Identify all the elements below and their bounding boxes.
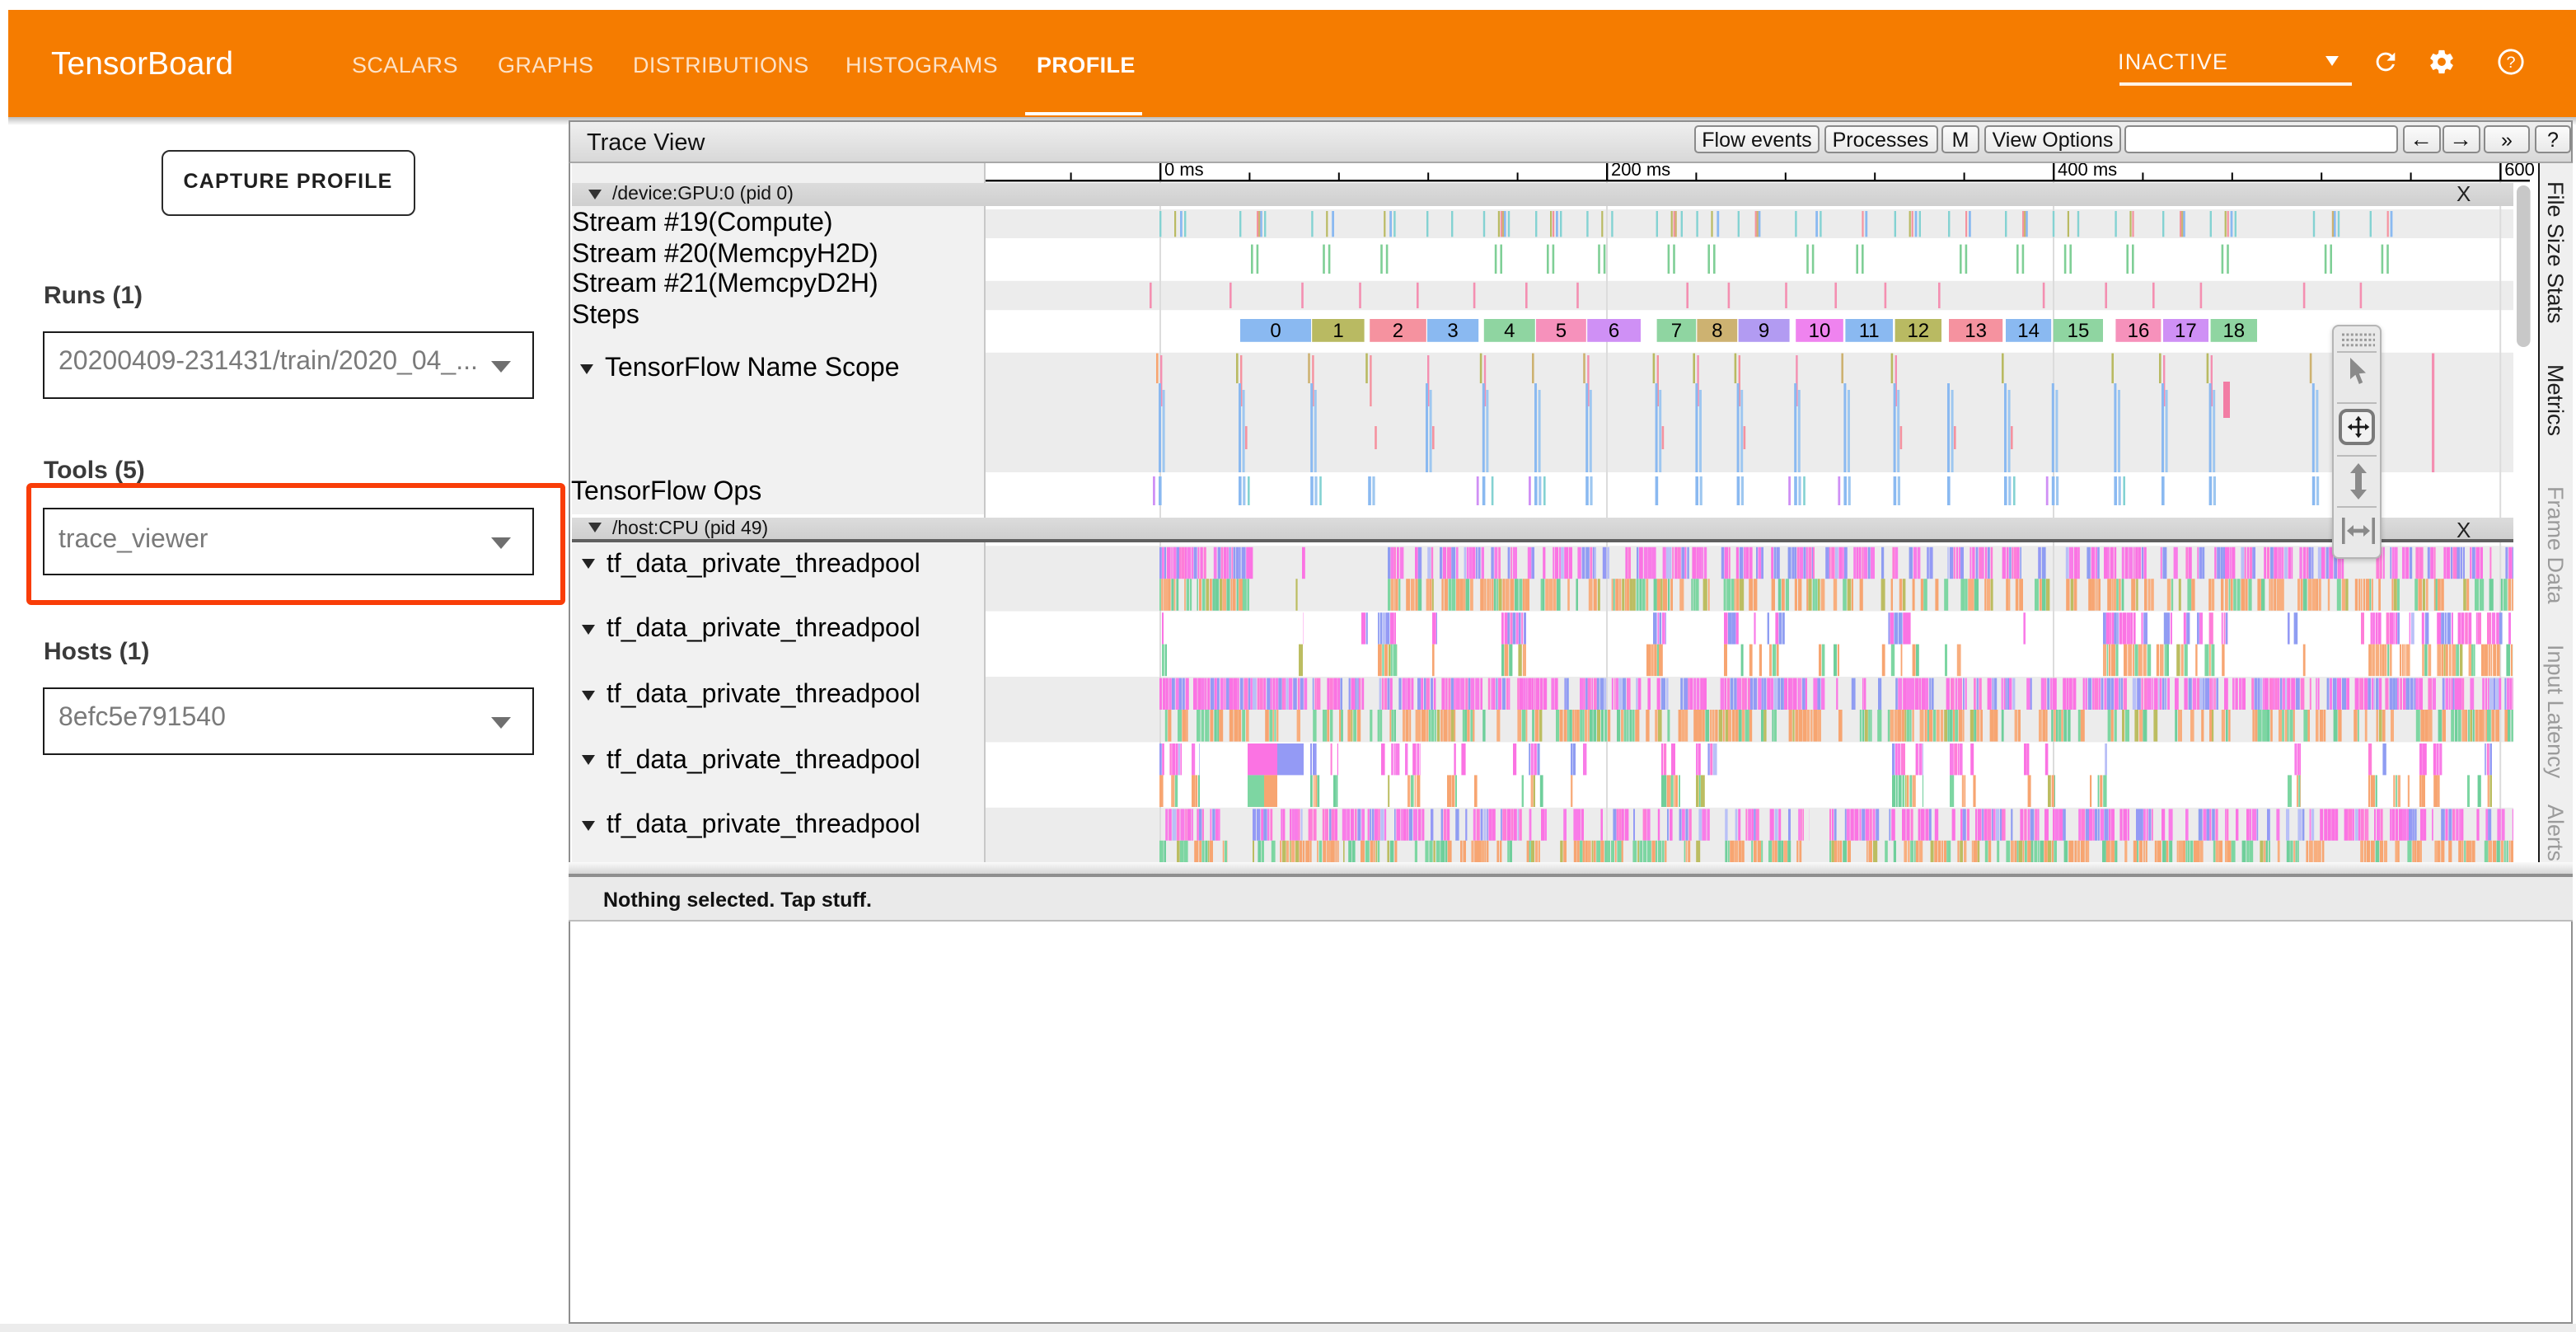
svg-text:14: 14 <box>2017 319 2040 341</box>
svg-text:13: 13 <box>1965 319 1987 341</box>
svg-text:600: 600 <box>2504 162 2535 179</box>
svg-text:0: 0 <box>1270 319 1281 341</box>
svg-text:5: 5 <box>1556 319 1567 341</box>
svg-text:0 ms: 0 ms <box>1164 162 1204 179</box>
svg-text:?: ? <box>2506 54 2515 72</box>
svg-text:1: 1 <box>1332 319 1343 341</box>
svg-text:200 ms: 200 ms <box>1611 162 1670 179</box>
svg-text:9: 9 <box>1759 319 1769 341</box>
svg-text:8: 8 <box>1712 319 1722 341</box>
svg-text:10: 10 <box>1809 319 1831 341</box>
svg-text:7: 7 <box>1671 319 1682 341</box>
svg-text:18: 18 <box>2222 319 2245 341</box>
svg-text:17: 17 <box>2175 319 2197 341</box>
svg-text:6: 6 <box>1609 319 1619 341</box>
svg-text:12: 12 <box>1907 319 1929 341</box>
svg-text:4: 4 <box>1504 319 1515 341</box>
svg-text:11: 11 <box>1859 319 1880 341</box>
svg-text:16: 16 <box>2128 319 2150 341</box>
svg-text:400 ms: 400 ms <box>2058 162 2117 179</box>
svg-text:15: 15 <box>2068 319 2090 341</box>
svg-text:3: 3 <box>1447 319 1458 341</box>
svg-text:2: 2 <box>1393 319 1403 341</box>
